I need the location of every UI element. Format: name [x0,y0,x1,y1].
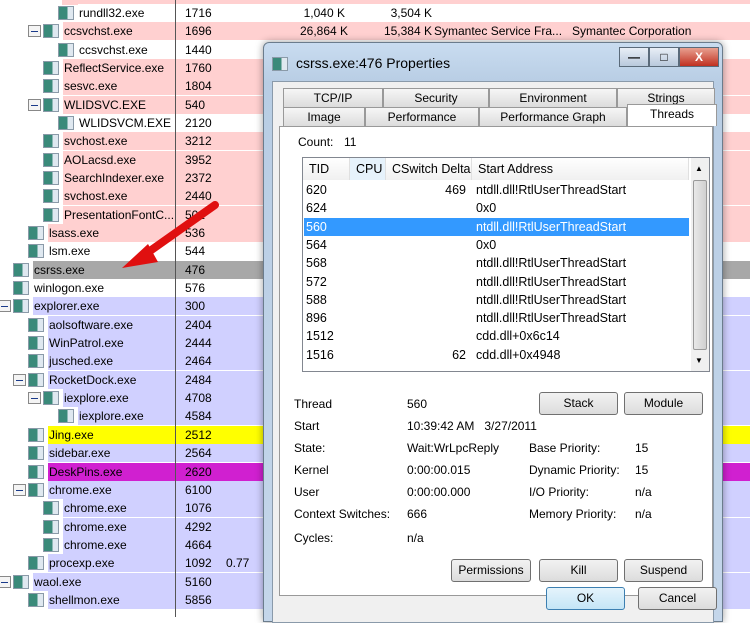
ok-button[interactable]: OK [546,587,625,610]
thread-row[interactable]: 560 ntdll.dll!RtlUserThreadStart [304,217,689,236]
context-switches-value: 666 [407,507,428,521]
thread-tid: 560 [306,219,327,234]
module-button[interactable]: Module [624,392,703,415]
state-value: Wait:WrLpcReply [407,441,500,455]
thread-start-address: cdd.dll+0x4948 [476,347,561,362]
thread-row[interactable]: 588 ntdll.dll!RtlUserThreadStart [304,291,689,309]
thread-tid: 588 [306,292,327,307]
thread-row[interactable]: 1512 cdd.dll+0x6c14 [304,327,689,345]
kill-button[interactable]: Kill [539,559,618,582]
thread-start-address: 0x0 [476,201,497,216]
dialog-title: csrss.exe:476 Properties [296,55,451,71]
threads-list[interactable]: TID CPU CSwitch Delta Start Address 620 … [302,157,710,372]
base-priority-label: Base Priority: [529,441,601,455]
scroll-up-icon[interactable]: ▲ [695,164,703,173]
thread-tid: 564 [306,237,327,252]
tab-environment[interactable]: Environment [489,88,617,107]
column-cswitch-delta[interactable]: CSwitch Delta [386,158,472,180]
tab-performance[interactable]: Performance [365,107,479,126]
thread-row[interactable]: 568 ntdll.dll!RtlUserThreadStart [304,254,689,272]
cancel-button[interactable]: Cancel [638,587,717,610]
thread-value: 560 [407,397,428,411]
tab-threads[interactable]: Threads [627,104,717,126]
scrollbar[interactable]: ▲ ▼ [691,158,709,371]
column-tid[interactable]: TID [303,158,350,180]
thread-tid: 572 [306,274,327,289]
dynamic-priority-value: 15 [635,463,649,477]
permissions-button[interactable]: Permissions [451,559,531,582]
thread-cswitch-delta: 62 [452,347,466,362]
thread-start-address: ntdll.dll!RtlUserThreadStart [476,256,627,271]
user-label: User [294,485,320,499]
thread-start-address: ntdll.dll!RtlUserThreadStart [476,311,627,326]
thread-start-address: ntdll.dll!RtlUserThreadStart [476,219,627,234]
memory-priority-value: n/a [635,507,652,521]
memory-priority-label: Memory Priority: [529,507,617,521]
minimize-button[interactable]: — [619,47,649,67]
thread-tid: 624 [306,201,327,216]
thread-row[interactable]: 624 0x0 [304,199,689,217]
base-priority-value: 15 [635,441,649,455]
thread-tid: 1516 [306,347,334,362]
state-label: State: [294,441,326,455]
start-label: Start [294,419,320,433]
suspend-button[interactable]: Suspend [624,559,703,582]
thread-start-address: cdd.dll+0x6c14 [476,329,560,344]
cycles-label: Cycles: [294,531,334,545]
dialog-body: TCP/IP Security Environment Strings Imag… [272,81,717,623]
column-start-address[interactable]: Start Address [472,158,689,180]
tab-performance-graph[interactable]: Performance Graph [479,107,627,126]
kernel-label: Kernel [294,463,329,477]
dynamic-priority-label: Dynamic Priority: [529,463,620,477]
maximize-button[interactable]: □ [649,47,679,67]
tab-tcpip[interactable]: TCP/IP [283,88,383,107]
thread-tid: 620 [306,183,327,197]
count-value: 11 [344,135,357,149]
thread-row[interactable]: 572 ntdll.dll!RtlUserThreadStart [304,273,689,291]
thread-row[interactable]: 896 ntdll.dll!RtlUserThreadStart [304,309,689,327]
thread-tid: 568 [306,256,327,271]
stack-button[interactable]: Stack [539,392,618,415]
thread-row[interactable]: 564 0x0 [304,236,689,254]
thread-row[interactable]: 620 469 ntdll.dll!RtlUserThreadStart [304,181,689,199]
threads-panel: Count: 11 TID CPU CSwitch Delta Start Ad… [279,126,713,596]
context-switches-label: Context Switches: [294,507,391,521]
start-value: 10:39:42 AM 3/27/2011 [407,419,537,433]
tab-security[interactable]: Security [383,88,489,107]
io-priority-label: I/O Priority: [529,485,590,499]
user-value: 0:00:00.000 [407,485,471,499]
thread-start-address: ntdll.dll!RtlUserThreadStart [476,274,627,289]
count-label: Count: [298,135,334,149]
thread-start-address: 0x0 [476,237,497,252]
thread-start-address: ntdll.dll!RtlUserThreadStart [476,292,627,307]
thread-cswitch-delta: 469 [445,183,466,197]
tab-image[interactable]: Image [283,107,365,126]
thread-row[interactable]: 1516 62 cdd.dll+0x4948 [304,346,689,364]
cycles-value: n/a [407,531,424,545]
kernel-value: 0:00:00.015 [407,463,471,477]
io-priority-value: n/a [635,485,652,499]
scroll-down-icon[interactable]: ▼ [695,356,703,365]
app-icon [272,57,288,71]
thread-label: Thread [294,397,333,411]
thread-start-address: ntdll.dll!RtlUserThreadStart [476,183,627,197]
properties-dialog: csrss.exe:476 Properties — □ X TCP/IP Se… [263,42,723,623]
thread-tid: 896 [306,311,327,326]
thread-tid: 1512 [306,329,334,344]
close-button[interactable]: X [679,47,719,67]
column-cpu[interactable]: CPU [350,158,386,180]
scroll-thumb[interactable] [693,180,707,350]
